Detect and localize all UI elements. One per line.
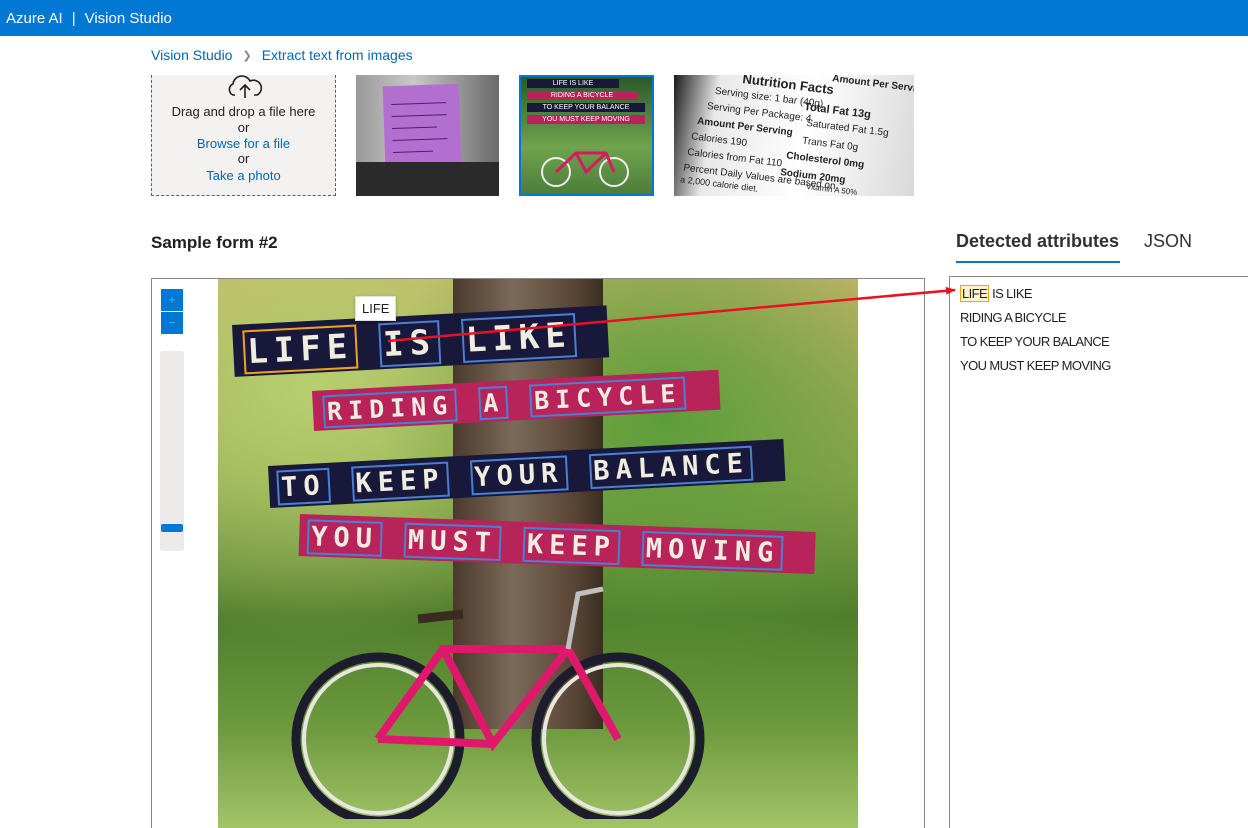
sample-form-title: Sample form #2 bbox=[151, 233, 278, 252]
detected-line-rest: IS LIKE bbox=[992, 286, 1032, 301]
detected-attributes-panel: LIFE IS LIKE RIDING A BICYCLE TO KEEP YO… bbox=[949, 276, 1248, 828]
detected-word[interactable]: MUST bbox=[403, 522, 502, 562]
thumb-band: YOU MUST KEEP MOVING bbox=[527, 115, 645, 124]
sample-thumbnail-nutrition-label[interactable]: Nutrition Facts Serving size: 1 bar (40g… bbox=[674, 75, 914, 196]
brand-link[interactable]: Azure AI bbox=[6, 10, 63, 27]
breadcrumb-extract-text[interactable]: Extract text from images bbox=[262, 47, 413, 63]
detected-word[interactable]: A bbox=[478, 385, 510, 421]
cloud-upload-icon bbox=[228, 75, 263, 98]
detected-word[interactable]: YOUR bbox=[469, 455, 569, 496]
word-tooltip: LIFE bbox=[355, 296, 397, 321]
detected-word[interactable]: IS bbox=[378, 320, 442, 368]
sticky-note-image bbox=[382, 83, 462, 167]
detected-line-3[interactable]: TO KEEP YOUR BALANCE bbox=[960, 334, 1110, 349]
breadcrumb: Vision Studio ❯ Extract text from images bbox=[151, 47, 413, 63]
chevron-right-icon: ❯ bbox=[242, 49, 252, 62]
analyzed-image: LIFE IS LIKE RIDING A BICYCLE TO KEEP YOUR BALA… bbox=[218, 279, 858, 828]
detected-line-2[interactable]: RIDING A BICYCLE bbox=[960, 310, 1067, 325]
browse-file-link[interactable]: Browse for a file bbox=[197, 136, 290, 151]
bicycle-illustration bbox=[291, 586, 705, 819]
highlighted-word[interactable]: LIFE bbox=[960, 285, 990, 302]
detected-word[interactable]: KEEP bbox=[522, 526, 621, 566]
thumb-band: LIFE IS LIKE bbox=[527, 79, 619, 88]
or-text: or bbox=[237, 151, 250, 166]
active-tab-indicator bbox=[956, 261, 1120, 263]
image-viewer: + − LIFE IS LIKE RIDING A BICYCLE TO KEEP YOUR… bbox=[151, 278, 925, 828]
breadcrumb-vision-studio[interactable]: Vision Studio bbox=[151, 47, 232, 63]
zoom-slider-thumb[interactable] bbox=[161, 523, 183, 532]
detected-word-selected[interactable]: LIFE bbox=[242, 324, 359, 375]
take-photo-link[interactable]: Take a photo bbox=[206, 168, 280, 183]
top-bar: Azure AI | Vision Studio bbox=[0, 0, 1248, 36]
brand-separator: | bbox=[71, 9, 76, 27]
sample-thumbnail-bicycle[interactable]: LIFE IS LIKE RIDING A BICYCLE TO KEEP YO… bbox=[519, 75, 654, 196]
drag-drop-text: Drag and drop a file here bbox=[171, 104, 316, 119]
zoom-in-button[interactable]: + bbox=[161, 289, 183, 311]
detected-word[interactable]: LIKE bbox=[460, 313, 577, 363]
desk-surface bbox=[356, 162, 499, 196]
tab-detected-attributes[interactable]: Detected attributes bbox=[956, 231, 1119, 252]
detected-word[interactable]: RIDING bbox=[322, 388, 459, 429]
bicycle-illustration bbox=[541, 151, 629, 187]
detected-word[interactable]: BALANCE bbox=[588, 445, 754, 490]
detected-line-4[interactable]: YOU MUST KEEP MOVING bbox=[960, 358, 1111, 373]
detected-word[interactable]: KEEP bbox=[350, 461, 450, 502]
detected-line-1[interactable]: LIFE IS LIKE bbox=[960, 285, 1033, 302]
or-text: or bbox=[237, 120, 250, 135]
detected-word[interactable]: YOU bbox=[306, 519, 383, 557]
product-name[interactable]: Vision Studio bbox=[85, 10, 172, 27]
zoom-slider[interactable] bbox=[160, 351, 184, 551]
sample-thumbnail-handwritten-note[interactable] bbox=[356, 75, 499, 196]
file-drop-zone[interactable]: Drag and drop a file here or Browse for … bbox=[151, 75, 336, 196]
detected-word[interactable]: TO bbox=[276, 467, 331, 506]
thumb-band: RIDING A BICYCLE bbox=[527, 91, 637, 100]
thumb-band: TO KEEP YOUR BALANCE bbox=[527, 103, 645, 112]
tab-json[interactable]: JSON bbox=[1144, 231, 1192, 252]
detected-word[interactable]: MOVING bbox=[641, 530, 784, 571]
text-line-4: YOU MUST KEEP MOVING bbox=[298, 514, 817, 574]
zoom-out-button[interactable]: − bbox=[161, 312, 183, 334]
detected-word[interactable]: BICYCLE bbox=[529, 376, 687, 418]
